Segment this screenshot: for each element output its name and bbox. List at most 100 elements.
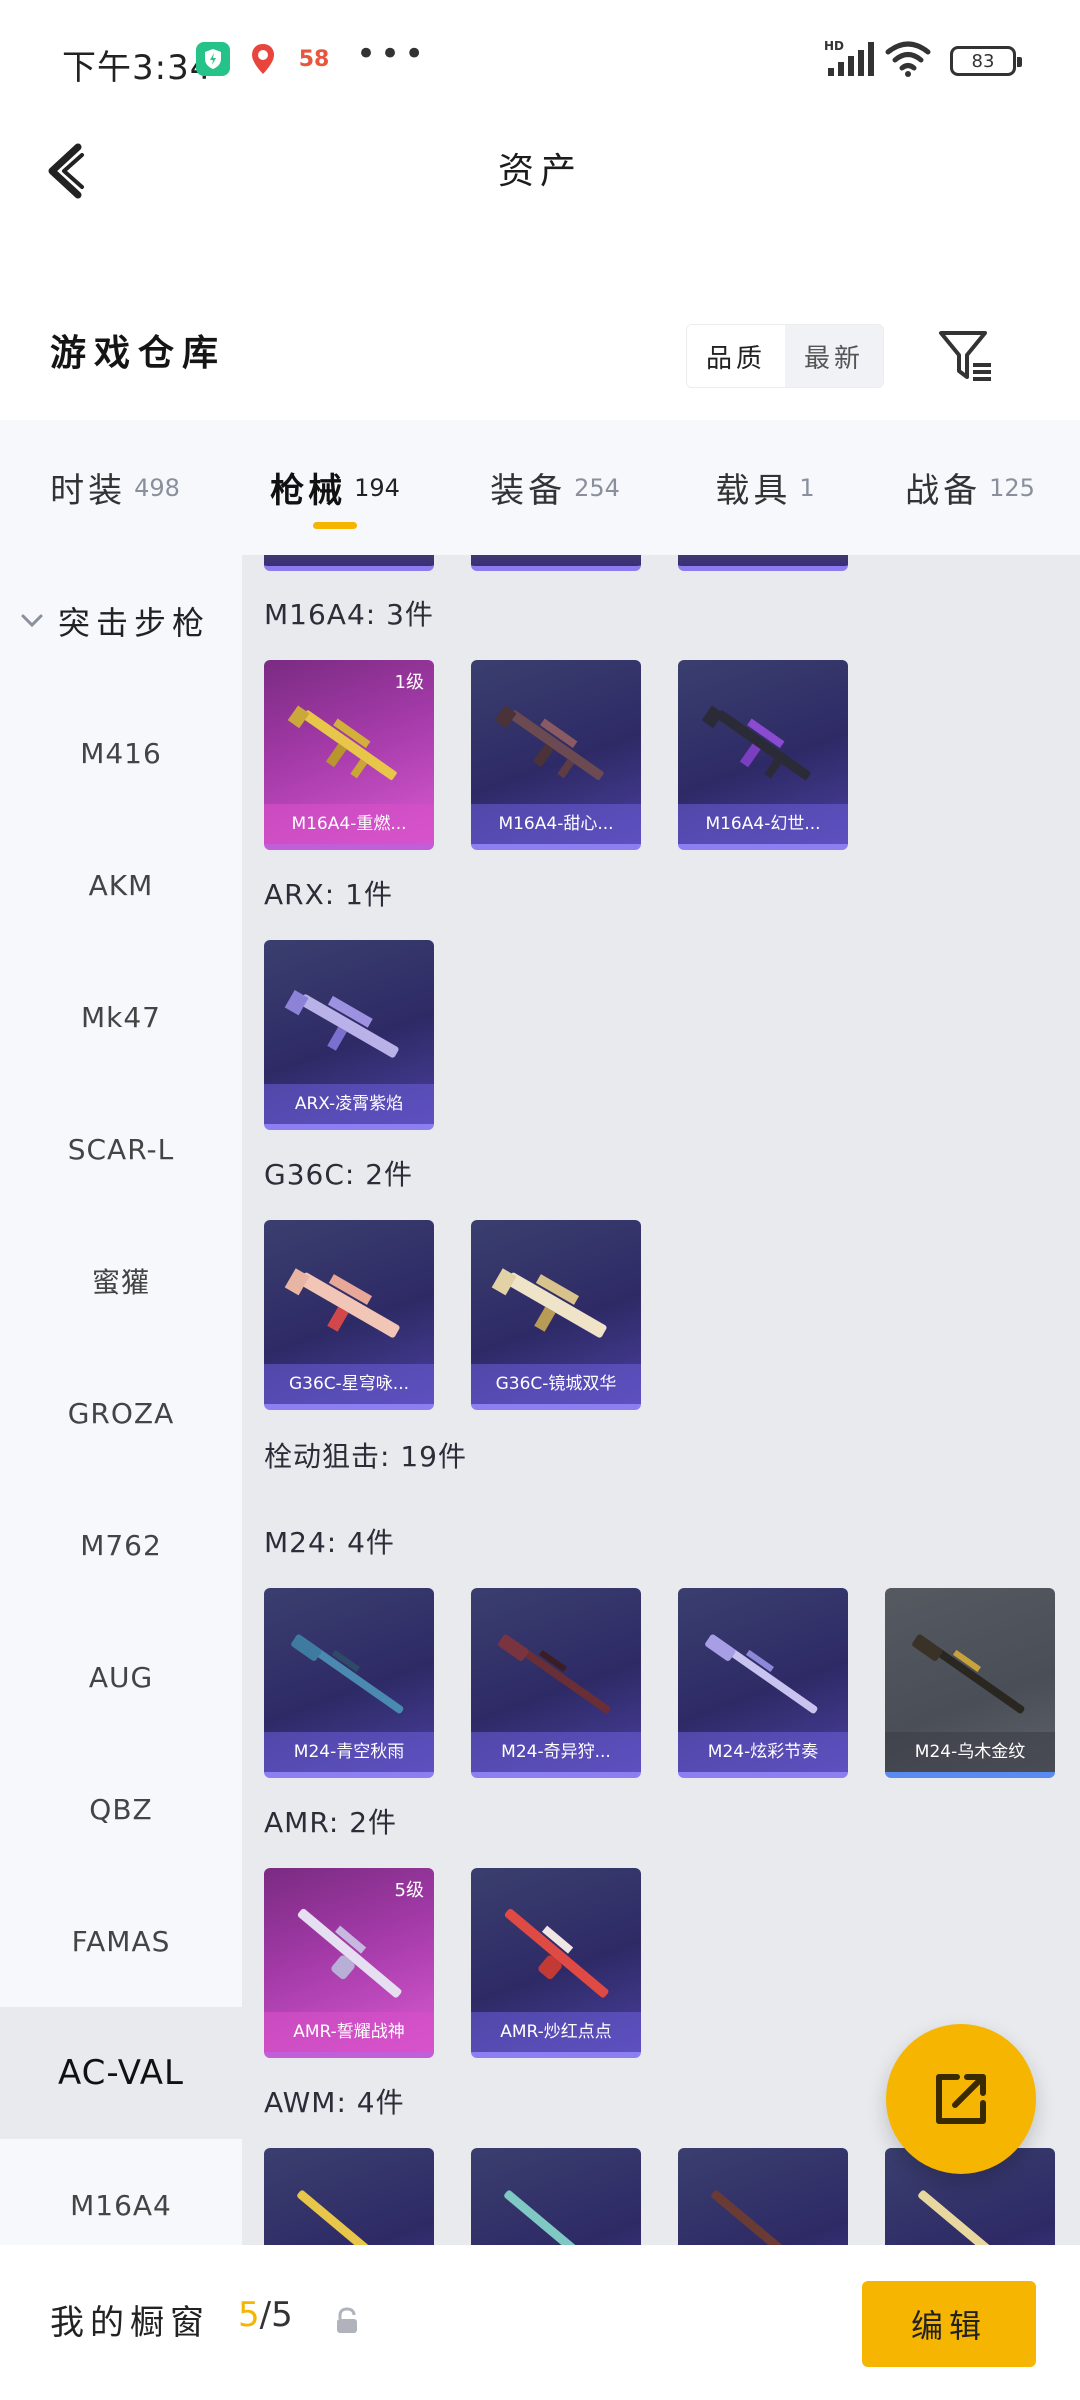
section-label: M24: 4件 — [264, 1526, 395, 1559]
card-partial[interactable] — [264, 555, 434, 571]
export-icon — [936, 2074, 986, 2124]
rifle-icon — [284, 990, 399, 1058]
active-tab-indicator — [313, 522, 357, 529]
sidebar-item-ac-val[interactable]: AC-VAL — [0, 2007, 242, 2139]
sidebar-item-qbz[interactable]: QBZ — [0, 1743, 242, 1875]
tab-count: 254 — [574, 473, 620, 502]
rifle-icon — [287, 705, 397, 781]
weapon-card[interactable] — [678, 2148, 848, 2245]
weapon-card[interactable]: M16A4-甜心... — [471, 660, 641, 850]
level-badge: 5级 — [394, 1880, 424, 1901]
showcase-total: /5 — [259, 2295, 293, 2335]
tab-label: 时装 — [50, 471, 127, 511]
sniper-rifle-icon — [498, 1634, 611, 1714]
sniper-rifle-icon — [705, 1634, 818, 1714]
weapon-grid: M16A4: 3件 1级 M16A4-重燃... M16A4-甜心... M16… — [242, 555, 1080, 2245]
rifle-icon — [491, 1268, 607, 1338]
filter-button[interactable] — [932, 322, 1002, 392]
sidebar-item-m16a4[interactable]: M16A4 — [0, 2139, 242, 2245]
weapon-card[interactable]: M16A4-幻世... — [678, 660, 848, 850]
page-title: 资产 — [497, 151, 582, 192]
weapon-card[interactable]: M24-乌木金纹 — [885, 1588, 1055, 1778]
section-label: G36C: 2件 — [264, 1158, 414, 1191]
warehouse-title: 游戏仓库 — [50, 333, 227, 374]
battery-level: 83 — [971, 50, 995, 72]
sidebar-item-scar-l[interactable]: SCAR-L — [0, 1083, 242, 1215]
section-label: AWM: 4件 — [264, 2086, 405, 2119]
weapon-card[interactable]: M24-青空秋雨 — [264, 1588, 434, 1778]
filter-icon — [939, 331, 991, 381]
sniper-rifle-icon — [711, 2190, 815, 2245]
sidebar-item-famas[interactable]: FAMAS — [0, 1875, 242, 2007]
weapon-name: M16A4-甜心... — [471, 804, 641, 844]
weapon-name: M24-奇异狩... — [471, 1732, 641, 1772]
weapon-card[interactable]: ARX-凌霄紫焰 — [264, 940, 434, 1130]
weapon-card[interactable] — [264, 2148, 434, 2245]
weapon-name: M24-乌木金纹 — [885, 1732, 1055, 1772]
sniper-rifle-icon — [504, 1908, 609, 1998]
weapon-sidebar: 突击步枪 M416 AKM Mk47 SCAR-L 蜜獾 GROZA M762 … — [0, 555, 242, 2245]
weapon-name: M24-青空秋雨 — [264, 1732, 434, 1772]
section-label: 栓动狙击: 19件 — [264, 1440, 467, 1473]
tab-label: 战备 — [905, 471, 982, 511]
signal-icon: HD — [824, 38, 876, 82]
weapon-name: AMR-誓耀战神 — [264, 2012, 434, 2052]
sniper-rifle-icon — [291, 1634, 404, 1714]
edit-button[interactable]: 编辑 — [862, 2281, 1036, 2367]
level-badge: 1级 — [394, 672, 424, 693]
showcase-count: 5/5 — [238, 2295, 293, 2335]
weapon-card[interactable]: 1级 M16A4-重燃... — [264, 660, 434, 850]
showcase-bar: 我的橱窗 5/5 编辑 — [0, 2245, 1080, 2400]
more-notifications-icon: ••• — [356, 34, 429, 74]
shield-app-icon — [196, 42, 230, 76]
weapon-card[interactable]: G36C-星穹咏... — [264, 1220, 434, 1410]
sidebar-item-m762[interactable]: M762 — [0, 1479, 242, 1611]
sort-quality-button[interactable]: 品质 — [687, 325, 785, 387]
status-bar: 下午3:34 58 ••• HD 83 — [0, 0, 1080, 120]
sort-toggle: 品质 最新 — [686, 324, 884, 388]
card-partial[interactable] — [471, 555, 641, 571]
status-time: 下午3:34 — [62, 48, 213, 88]
tab-supplies[interactable]: 战备 125 — [860, 420, 1080, 555]
weapon-card[interactable]: 5级 AMR-誓耀战神 — [264, 1868, 434, 2058]
tab-count: 498 — [134, 473, 180, 502]
tab-count: 194 — [354, 473, 400, 502]
showcase-label: 我的橱窗 — [50, 2303, 210, 2343]
tab-fashion[interactable]: 时装 498 — [0, 420, 230, 555]
rifle-icon — [494, 705, 604, 781]
weapon-card[interactable] — [471, 2148, 641, 2245]
sidebar-item-aug[interactable]: AUG — [0, 1611, 242, 1743]
section-label: ARX: 1件 — [264, 878, 393, 911]
sort-newest-button[interactable]: 最新 — [785, 325, 883, 387]
sidebar-item-honey-badger[interactable]: 蜜獾 — [0, 1215, 242, 1347]
tab-label: 装备 — [490, 471, 567, 511]
tab-equipment[interactable]: 装备 254 — [440, 420, 670, 555]
weapon-card[interactable]: M24-炫彩节奏 — [678, 1588, 848, 1778]
sidebar-group-label: 突击步枪 — [58, 604, 211, 642]
sniper-rifle-icon — [912, 1634, 1025, 1714]
weapon-name: M16A4-幻世... — [678, 804, 848, 844]
sidebar-item-mk47[interactable]: Mk47 — [0, 951, 242, 1083]
sidebar-item-akm[interactable]: AKM — [0, 819, 242, 951]
weapon-card[interactable]: G36C-镜城双华 — [471, 1220, 641, 1410]
sniper-rifle-icon — [297, 1908, 402, 1998]
tab-vehicles[interactable]: 载具 1 — [670, 420, 860, 555]
weapon-name: ARX-凌霄紫焰 — [264, 1084, 434, 1124]
weapon-card[interactable]: M24-奇异狩... — [471, 1588, 641, 1778]
weapon-name: M16A4-重燃... — [264, 804, 434, 844]
chevron-down-icon — [21, 614, 43, 628]
lock-icon — [337, 2307, 357, 2333]
wifi-icon — [884, 38, 932, 82]
tab-label: 枪械 — [270, 471, 347, 511]
showcase-current: 5 — [238, 2295, 260, 2335]
sidebar-group-assault-rifles[interactable]: 突击步枪 — [0, 555, 242, 687]
map-pin-icon — [246, 42, 280, 76]
tab-guns[interactable]: 枪械 194 — [230, 420, 440, 555]
weapon-card[interactable]: AMR-炒红点点 — [471, 1868, 641, 2058]
share-fab[interactable] — [886, 2024, 1036, 2174]
weapon-name: M24-炫彩节奏 — [678, 1732, 848, 1772]
sidebar-item-m416[interactable]: M416 — [0, 687, 242, 819]
card-partial[interactable] — [678, 555, 848, 571]
sidebar-item-groza[interactable]: GROZA — [0, 1347, 242, 1479]
category-tabs: 时装 498 枪械 194 装备 254 载具 1 战备 125 — [0, 420, 1080, 555]
